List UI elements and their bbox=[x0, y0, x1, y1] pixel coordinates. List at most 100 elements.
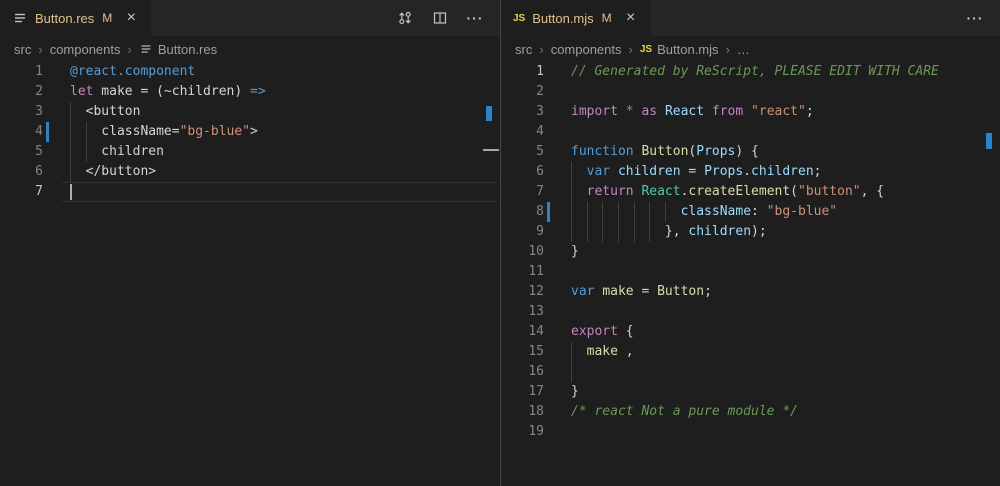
breadcrumb-folder-src[interactable]: src bbox=[14, 42, 31, 57]
code-line[interactable]: 1 // Generated by ReScript, PLEASE EDIT W… bbox=[501, 62, 1000, 82]
git-modified-badge: M bbox=[102, 11, 112, 25]
gutter-modified-indicator bbox=[46, 122, 49, 142]
overview-modified-mark bbox=[486, 106, 492, 121]
line-number: 19 bbox=[501, 422, 544, 442]
split-editor-icon[interactable] bbox=[431, 9, 449, 27]
code-line[interactable]: 17} bbox=[501, 382, 1000, 402]
close-icon[interactable]: × bbox=[623, 10, 639, 26]
code-line[interactable]: 7 return React.createElement("button", { bbox=[501, 182, 1000, 202]
code-line[interactable]: 12var make = Button; bbox=[501, 282, 1000, 302]
code-line[interactable]: 13 bbox=[501, 302, 1000, 322]
line-number: 9 bbox=[501, 222, 544, 242]
chevron-right-icon: › bbox=[726, 42, 730, 57]
code-text: // Generated by ReScript, PLEASE EDIT WI… bbox=[571, 62, 939, 82]
more-actions-icon[interactable]: ··· bbox=[466, 9, 484, 27]
tab-title: Button.res bbox=[35, 11, 94, 26]
code-line[interactable]: 6 var children = Props.children; bbox=[501, 162, 1000, 182]
code-line[interactable]: 14export { bbox=[501, 322, 1000, 342]
code-line[interactable]: 1@react.component bbox=[0, 62, 500, 82]
line-number: 10 bbox=[501, 242, 544, 262]
line-number: 7 bbox=[0, 182, 43, 202]
breadcrumb-file[interactable]: JS Button.mjs bbox=[640, 42, 719, 57]
file-lines-icon bbox=[12, 10, 28, 26]
breadcrumb-folder-src[interactable]: src bbox=[515, 42, 532, 57]
current-line-highlight bbox=[62, 182, 497, 202]
more-actions-icon[interactable]: ··· bbox=[966, 9, 984, 27]
code-line[interactable]: 4 bbox=[501, 122, 1000, 142]
tab-button-res[interactable]: Button.res M × bbox=[0, 0, 151, 36]
code-line[interactable]: 9 }, children); bbox=[501, 222, 1000, 242]
close-icon[interactable]: × bbox=[123, 10, 139, 26]
editor-actions-right: ··· bbox=[966, 0, 1000, 36]
chevron-right-icon: › bbox=[128, 42, 132, 57]
line-number: 4 bbox=[0, 122, 43, 142]
code-line[interactable]: 2 let make = (~children) => bbox=[0, 82, 500, 102]
breadcrumb-file[interactable]: Button.res bbox=[139, 42, 217, 57]
line-number: 1 bbox=[501, 62, 544, 82]
code-line[interactable]: 2 bbox=[501, 82, 1000, 102]
code-line[interactable]: 3 <button bbox=[0, 102, 500, 122]
code-line[interactable]: 5 function Button(Props) { bbox=[501, 142, 1000, 162]
tab-button-mjs[interactable]: JS Button.mjs M × bbox=[501, 0, 651, 36]
js-icon: JS bbox=[640, 44, 652, 55]
code-line[interactable]: 5 children bbox=[0, 142, 500, 162]
line-number: 4 bbox=[501, 122, 544, 142]
line-number: 15 bbox=[501, 342, 544, 362]
line-number: 16 bbox=[501, 362, 544, 382]
code-text: </button> bbox=[70, 162, 156, 182]
code-line[interactable]: 3 import * as React from "react"; bbox=[501, 102, 1000, 122]
code-text: let make = (~children) => bbox=[70, 82, 266, 102]
line-number: 3 bbox=[501, 102, 544, 122]
line-number: 5 bbox=[0, 142, 43, 162]
indent-guide bbox=[571, 362, 572, 382]
line-number: 13 bbox=[501, 302, 544, 322]
code-line[interactable]: 18 /* react Not a pure module */ bbox=[501, 402, 1000, 422]
code-line[interactable]: 11 bbox=[501, 262, 1000, 282]
code-editor-right[interactable]: 1 // Generated by ReScript, PLEASE EDIT W… bbox=[501, 62, 1000, 486]
text-cursor bbox=[70, 184, 72, 200]
code-text: className: "bg-blue" bbox=[571, 202, 837, 222]
breadcrumb-symbol-ellipsis[interactable]: … bbox=[737, 42, 750, 57]
code-line[interactable]: 7 bbox=[0, 182, 500, 202]
line-number: 6 bbox=[0, 162, 43, 182]
editor-pane-left: Button.res M × ··· bbox=[0, 0, 500, 486]
line-number: 5 bbox=[501, 142, 544, 162]
breadcrumb-folder-components[interactable]: components bbox=[50, 42, 121, 57]
line-number: 2 bbox=[501, 82, 544, 102]
code-text: import * as React from "react"; bbox=[571, 102, 814, 122]
line-number: 17 bbox=[501, 382, 544, 402]
file-lines-icon bbox=[139, 42, 153, 56]
code-line[interactable]: 8 className: "bg-blue" bbox=[501, 202, 1000, 222]
gutter-modified-indicator bbox=[547, 202, 550, 222]
code-line[interactable]: 10} bbox=[501, 242, 1000, 262]
breadcrumb-left: src › components › Button.res bbox=[0, 36, 500, 62]
code-text: className="bg-blue"> bbox=[70, 122, 258, 142]
code-text: children bbox=[70, 142, 164, 162]
code-line[interactable]: 15 make , bbox=[501, 342, 1000, 362]
code-line[interactable]: 19 bbox=[501, 422, 1000, 442]
js-icon: JS bbox=[513, 13, 525, 24]
code-text: <button bbox=[70, 102, 140, 122]
code-text: function Button(Props) { bbox=[571, 142, 759, 162]
code-line[interactable]: 16 bbox=[501, 362, 1000, 382]
breadcrumb-folder-components[interactable]: components bbox=[551, 42, 622, 57]
code-text: /* react Not a pure module */ bbox=[571, 402, 798, 422]
breadcrumb-file-label: Button.res bbox=[158, 42, 217, 57]
code-editor-left[interactable]: 1@react.component2 let make = (~children)… bbox=[0, 62, 500, 486]
code-text: }, children); bbox=[571, 222, 767, 242]
code-text: export { bbox=[571, 322, 634, 342]
code-text: } bbox=[571, 242, 579, 262]
chevron-right-icon: › bbox=[539, 42, 543, 57]
git-modified-badge: M bbox=[602, 11, 612, 25]
tab-bar-left: Button.res M × ··· bbox=[0, 0, 500, 36]
code-line[interactable]: 4 className="bg-blue"> bbox=[0, 122, 500, 142]
code-text: return React.createElement("button", { bbox=[571, 182, 884, 202]
breadcrumb-file-label: Button.mjs bbox=[657, 42, 718, 57]
breadcrumb-right: src › components › JS Button.mjs › … bbox=[501, 36, 1000, 62]
tab-title: Button.mjs bbox=[532, 11, 593, 26]
line-number: 18 bbox=[501, 402, 544, 422]
line-number: 2 bbox=[0, 82, 43, 102]
code-text: make , bbox=[571, 342, 634, 362]
open-changes-icon[interactable] bbox=[396, 9, 414, 27]
code-line[interactable]: 6 </button> bbox=[0, 162, 500, 182]
